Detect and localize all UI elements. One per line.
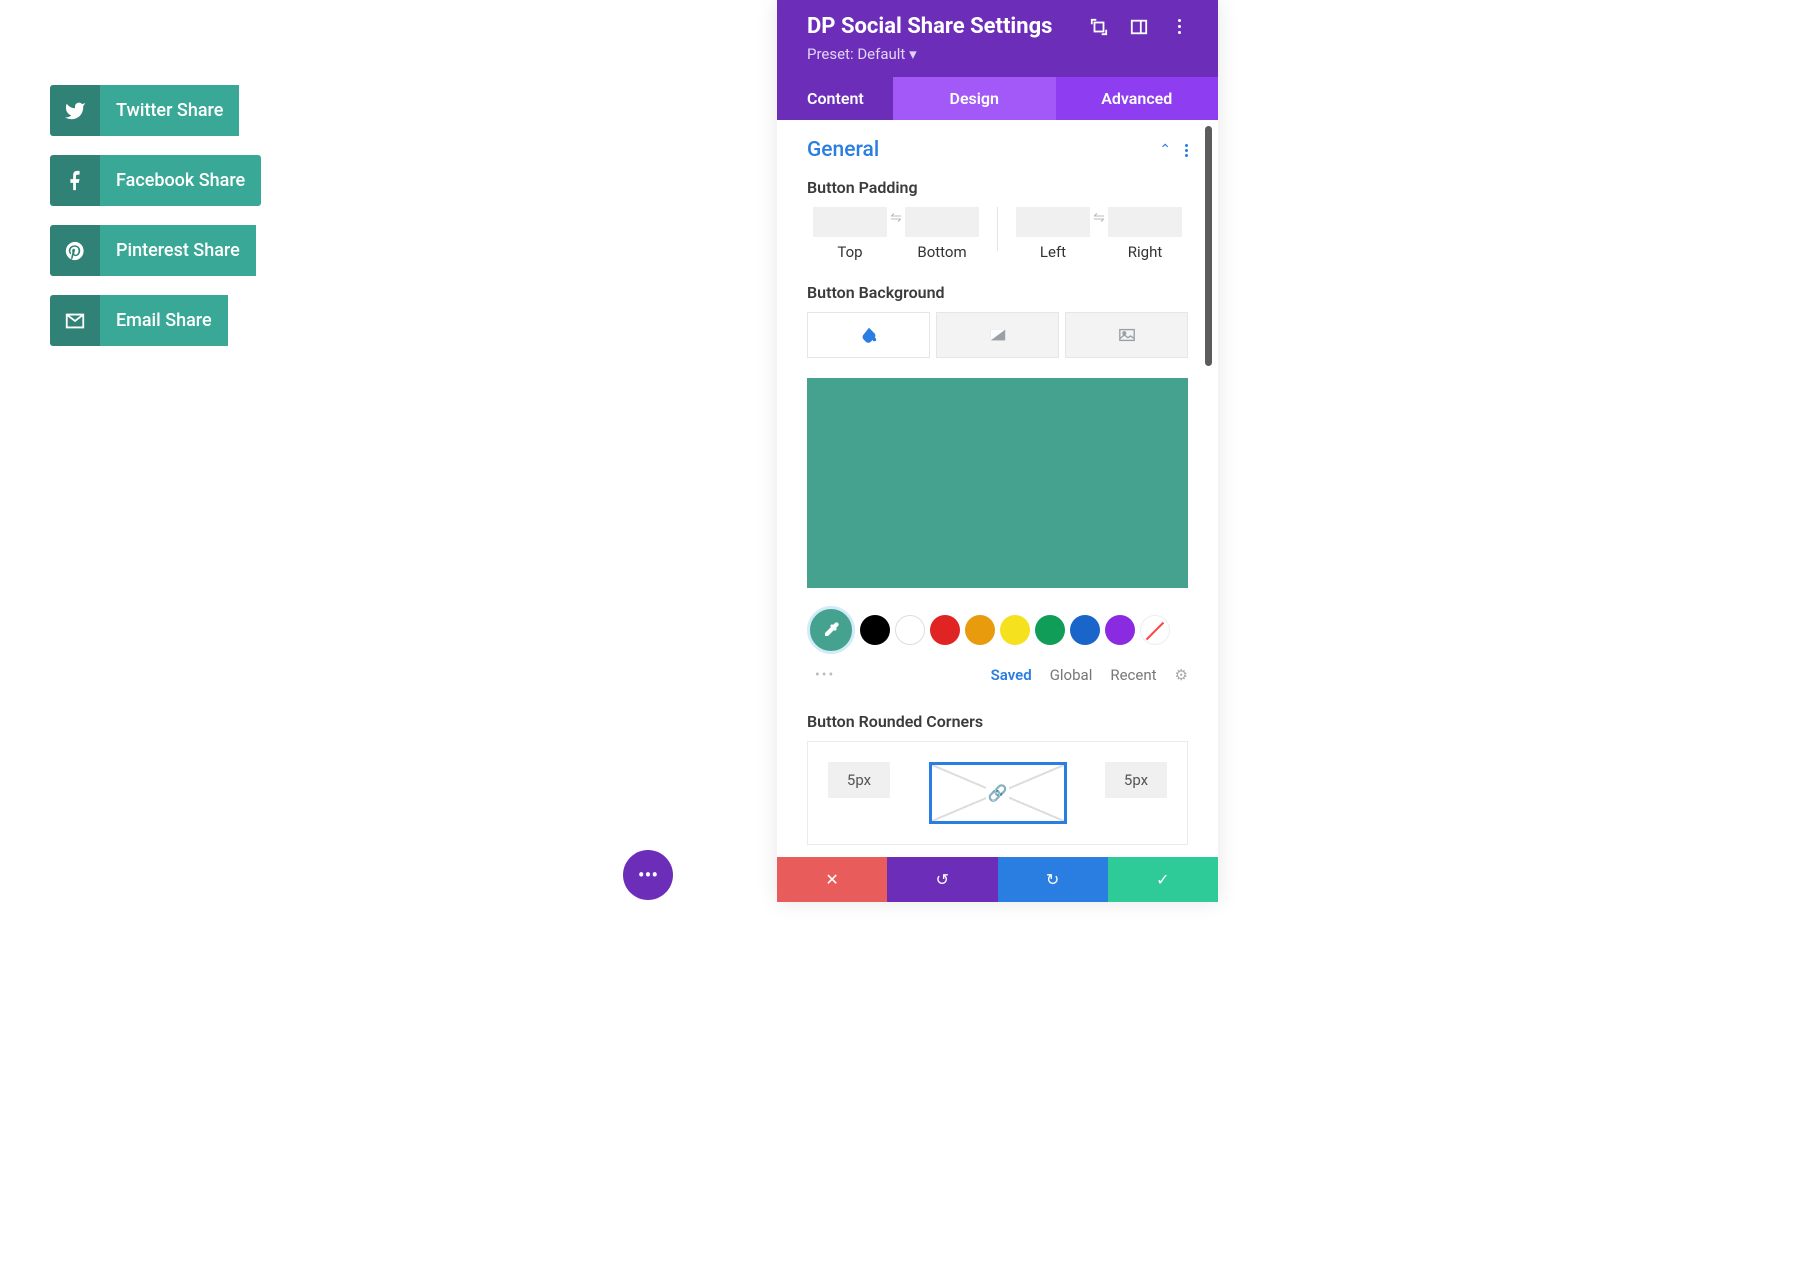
rounded-corners-box: 🔗 [807,741,1188,845]
padding-bottom-input[interactable] [905,207,979,237]
share-label: Pinterest Share [100,225,256,276]
dots-icon: ••• [638,863,658,887]
chevron-up-icon[interactable]: ⌃ [1159,142,1171,158]
padding-right-input[interactable] [1108,207,1182,237]
share-buttons-preview: Twitter Share Facebook Share Pinterest S… [50,85,261,346]
swatch-blue[interactable] [1070,615,1100,645]
eyedropper-button[interactable] [807,606,855,654]
panel-header: DP Social Share Settings Preset: Default… [777,0,1218,77]
more-actions-fab[interactable]: ••• [623,850,673,900]
redo-icon: ↻ [1046,870,1059,889]
corner-top-left-input[interactable] [828,762,890,798]
link-icon[interactable]: 🔗 [986,782,1010,805]
panel-title: DP Social Share Settings [807,14,1052,39]
swatch-yellow[interactable] [1000,615,1030,645]
close-icon: ✕ [825,870,838,889]
divider [997,207,998,251]
chevron-down-icon: ▾ [909,45,917,63]
section-title: General [807,138,879,162]
palette-meta: ••• Saved Global Recent ⚙ [807,666,1188,684]
twitter-icon [50,85,100,136]
preset-selector[interactable]: Preset: Default ▾ [807,45,1188,63]
rounded-corners-label: Button Rounded Corners [807,712,1188,731]
swatch-none[interactable] [1140,615,1170,645]
check-icon: ✓ [1156,870,1169,889]
corner-top-right-input[interactable] [1105,762,1167,798]
action-bar: ✕ ↺ ↻ ✓ [777,857,1218,902]
tab-advanced[interactable]: Advanced [1056,77,1219,120]
button-padding-label: Button Padding [807,178,1188,197]
padding-top-input[interactable] [813,207,887,237]
palette-saved[interactable]: Saved [991,666,1032,684]
corner-preview[interactable]: 🔗 [929,762,1067,824]
expand-icon[interactable] [1090,18,1108,36]
pinterest-icon [50,225,100,276]
swatch-white[interactable] [895,615,925,645]
panel-body: General ⌃ Button Padding Top ⇋ Bottom Le… [777,120,1218,857]
padding-inputs: Top ⇋ Bottom Left ⇋ Right [807,207,1188,261]
share-label: Email Share [100,295,228,346]
bg-tab-image[interactable] [1065,312,1188,358]
share-button-email[interactable]: Email Share [50,295,246,346]
settings-panel: DP Social Share Settings Preset: Default… [777,0,1218,902]
share-label: Twitter Share [100,85,239,136]
bg-tab-color[interactable] [807,312,930,358]
share-button-facebook[interactable]: Facebook Share [50,155,261,206]
link-icon[interactable]: ⇋ [1093,210,1105,226]
swatch-green[interactable] [1035,615,1065,645]
swatch-orange[interactable] [965,615,995,645]
facebook-icon [50,155,100,206]
more-icon[interactable]: ••• [807,667,835,683]
color-swatches [807,606,1188,654]
link-icon[interactable]: ⇋ [890,210,902,226]
panel-tabs: Content Design Advanced [777,77,1218,120]
swatch-red[interactable] [930,615,960,645]
bg-tab-gradient[interactable] [936,312,1059,358]
email-icon [50,295,100,346]
gear-icon[interactable]: ⚙ [1175,666,1188,684]
swatch-purple[interactable] [1105,615,1135,645]
share-button-pinterest[interactable]: Pinterest Share [50,225,261,276]
dock-icon[interactable] [1130,18,1148,36]
palette-global[interactable]: Global [1050,666,1093,684]
scrollbar-thumb[interactable] [1205,126,1212,366]
kebab-icon[interactable] [1170,18,1188,36]
tab-content[interactable]: Content [777,77,893,120]
tab-design[interactable]: Design [893,77,1056,120]
save-button[interactable]: ✓ [1108,857,1218,902]
swatch-black[interactable] [860,615,890,645]
undo-icon: ↺ [936,870,949,889]
palette-recent[interactable]: Recent [1110,666,1156,684]
undo-button[interactable]: ↺ [887,857,997,902]
kebab-icon[interactable] [1185,144,1188,157]
redo-button[interactable]: ↻ [998,857,1108,902]
button-background-label: Button Background [807,283,1188,302]
share-button-twitter[interactable]: Twitter Share [50,85,261,136]
share-label: Facebook Share [100,155,261,206]
cancel-button[interactable]: ✕ [777,857,887,902]
color-preview[interactable] [807,378,1188,588]
section-general-header[interactable]: General ⌃ [807,138,1188,162]
padding-left-input[interactable] [1016,207,1090,237]
